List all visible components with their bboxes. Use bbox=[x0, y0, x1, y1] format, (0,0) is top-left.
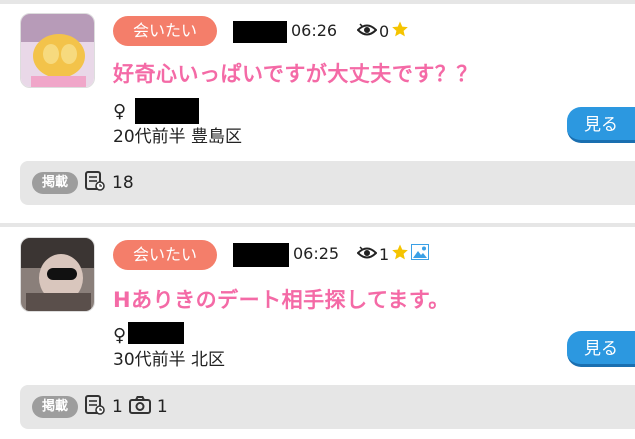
redacted-date bbox=[233, 243, 289, 267]
image-icon bbox=[411, 244, 430, 264]
board-count: 18 bbox=[112, 173, 134, 193]
star-icon bbox=[391, 20, 409, 42]
view-count: 0 bbox=[379, 21, 390, 41]
eye-icon bbox=[356, 245, 378, 264]
avatar[interactable] bbox=[20, 13, 95, 88]
post-footer: 掲載 18 bbox=[20, 161, 635, 205]
age-area-label: 20代前半 豊島区 bbox=[113, 127, 243, 147]
top-separator bbox=[0, 0, 635, 4]
board-count: 1 bbox=[112, 397, 123, 417]
gender-label: ♀ bbox=[113, 101, 127, 122]
listing-badge: 掲載 bbox=[32, 396, 79, 418]
age-area-label: 30代前半 北区 bbox=[113, 350, 226, 370]
view-count: 1 bbox=[379, 244, 390, 264]
view-meta: 0 bbox=[356, 20, 409, 42]
view-button[interactable]: 見る bbox=[567, 331, 635, 367]
post-time: 06:26 bbox=[291, 21, 338, 40]
post-card-2[interactable]: 会いたい 06:25 1 Hありきのデート相手探してます。 ♀ 30代前半 北区… bbox=[0, 237, 635, 435]
redacted-date bbox=[233, 21, 287, 43]
avatar[interactable] bbox=[20, 237, 95, 312]
post-footer: 掲載 1 1 bbox=[20, 385, 635, 429]
camera-icon bbox=[128, 396, 151, 418]
star-icon bbox=[391, 243, 409, 265]
redacted-name bbox=[128, 322, 184, 344]
category-tag: 会いたい bbox=[113, 16, 217, 46]
post-time: 06:25 bbox=[293, 244, 340, 263]
post-title[interactable]: Hありきのデート相手探してます。 bbox=[113, 284, 450, 314]
view-button[interactable]: 見る bbox=[567, 107, 635, 143]
document-icon bbox=[84, 394, 106, 420]
post-separator bbox=[0, 223, 635, 227]
category-tag: 会いたい bbox=[113, 240, 217, 270]
eye-icon bbox=[356, 22, 378, 41]
view-meta: 1 bbox=[356, 243, 430, 265]
post-title[interactable]: 好奇心いっぱいですが大丈夫です？？ bbox=[113, 58, 478, 88]
listing-badge: 掲載 bbox=[32, 172, 79, 194]
redacted-name bbox=[135, 98, 199, 124]
gender-label: ♀ bbox=[113, 325, 127, 346]
post-card-1[interactable]: 会いたい 06:26 0 好奇心いっぱいですが大丈夫です？？ ♀ 20代前半 豊… bbox=[0, 13, 635, 211]
photo-count: 1 bbox=[156, 397, 168, 417]
document-icon bbox=[84, 170, 106, 196]
